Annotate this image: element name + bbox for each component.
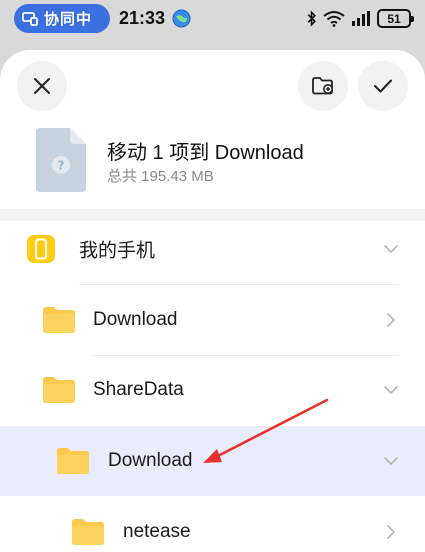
tree-item-download-selected[interactable]: Download	[0, 426, 425, 496]
chevron-down-icon	[384, 245, 398, 254]
close-button[interactable]	[17, 61, 67, 111]
move-size: 总共 195.43 MB	[107, 168, 214, 185]
folder-icon	[72, 519, 104, 545]
tree-item-label: ShareData	[93, 379, 184, 400]
file-unknown-icon: ?	[36, 128, 86, 192]
tree-item-netease[interactable]: netease	[0, 497, 425, 552]
collab-label: 协同中	[44, 11, 93, 28]
move-title: 移动 1 项到 Download	[107, 142, 304, 164]
chevron-down-icon	[384, 386, 398, 395]
close-icon	[34, 78, 50, 94]
new-folder-icon	[312, 77, 333, 95]
folder-icon	[43, 377, 75, 403]
tree-item-label: Download	[108, 450, 193, 471]
tree-item-label: Download	[93, 309, 178, 330]
globe-icon	[172, 9, 191, 28]
collab-icon	[22, 11, 38, 26]
clock: 21:33	[119, 8, 166, 28]
confirm-button[interactable]	[358, 61, 408, 111]
tree-root-my-phone[interactable]: 我的手机	[0, 214, 425, 284]
tree-item-download[interactable]: Download	[0, 285, 425, 355]
tree-root-label: 我的手机	[79, 240, 156, 262]
battery-indicator: 51	[377, 9, 414, 28]
check-icon	[374, 79, 392, 93]
bluetooth-icon	[307, 10, 316, 27]
phone-icon	[27, 235, 55, 263]
tree-item-label: netease	[123, 521, 191, 542]
chevron-right-icon	[387, 525, 396, 539]
signal-icon	[352, 11, 370, 26]
collab-pill[interactable]: 协同中	[14, 4, 110, 33]
chevron-down-icon	[384, 457, 398, 466]
status-bar: 协同中 21:33 51	[0, 0, 425, 38]
tree-item-sharedata[interactable]: ShareData	[0, 355, 425, 425]
chevron-right-icon	[387, 313, 396, 327]
folder-icon	[43, 307, 75, 333]
wifi-icon	[323, 11, 345, 27]
new-folder-button[interactable]	[298, 61, 348, 111]
svg-text:?: ?	[58, 159, 65, 173]
folder-icon	[57, 448, 89, 474]
move-sheet: ? 移动 1 项到 Download 总共 195.43 MB 我的手机 Dow…	[0, 50, 425, 552]
